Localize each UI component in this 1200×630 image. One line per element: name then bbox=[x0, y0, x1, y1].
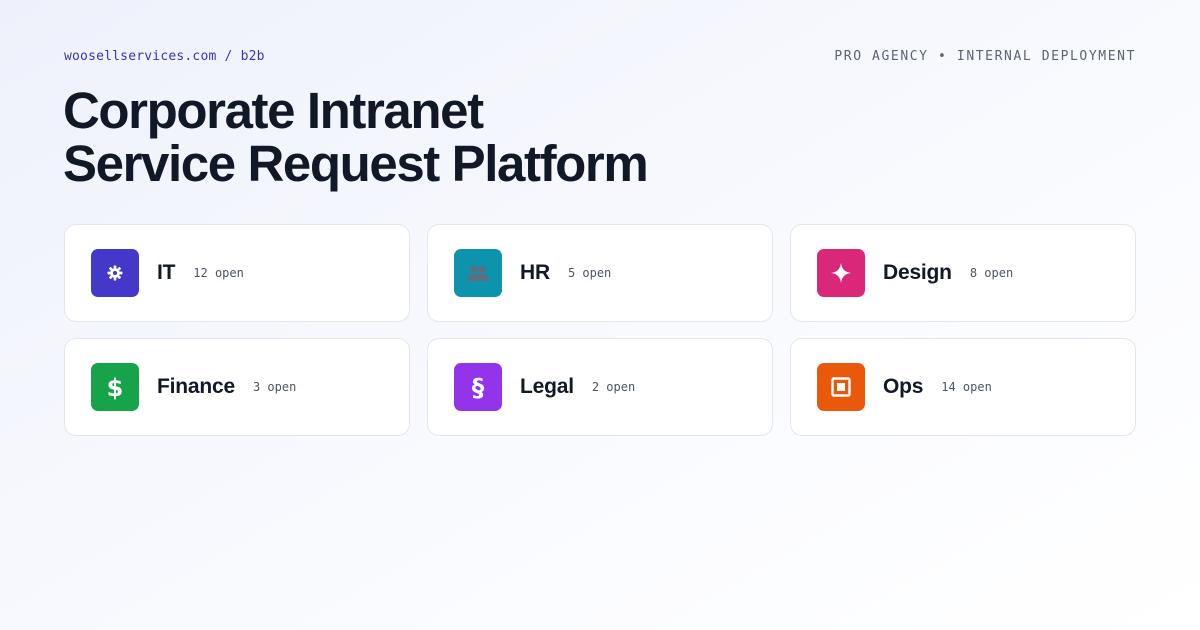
sparkle-icon bbox=[830, 262, 852, 284]
top-bar: woosellservices.com / b2b PRO AGENCY • I… bbox=[64, 46, 1136, 66]
department-name: Legal bbox=[520, 375, 574, 398]
department-name: Design bbox=[883, 261, 952, 284]
section-icon: § bbox=[472, 373, 485, 401]
open-count: 14 open bbox=[941, 380, 992, 394]
page-title: Corporate Intranet Service Request Platf… bbox=[63, 84, 963, 190]
department-card-design[interactable]: Design 8 open bbox=[790, 224, 1136, 322]
open-count: 5 open bbox=[567, 266, 612, 280]
open-count: 2 open bbox=[591, 380, 636, 394]
open-count: 12 open bbox=[193, 266, 244, 280]
open-count: 8 open bbox=[969, 266, 1014, 280]
department-badge-finance: $ bbox=[91, 363, 139, 411]
department-name: HR bbox=[520, 261, 550, 284]
department-badge-hr bbox=[454, 249, 502, 297]
department-name: IT bbox=[157, 261, 176, 284]
department-card-legal[interactable]: § Legal 2 open bbox=[427, 338, 773, 436]
department-card-ops[interactable]: Ops 14 open bbox=[790, 338, 1136, 436]
page-title-line-1: Corporate Intranet bbox=[63, 82, 484, 139]
box-icon bbox=[831, 377, 851, 397]
department-card-it[interactable]: IT 12 open bbox=[64, 224, 410, 322]
department-name: Finance bbox=[157, 375, 235, 398]
open-count: 3 open bbox=[252, 380, 297, 394]
department-name: Ops bbox=[883, 375, 924, 398]
deployment-context: PRO AGENCY • INTERNAL DEPLOYMENT bbox=[834, 48, 1136, 64]
people-icon bbox=[467, 265, 489, 281]
department-card-finance[interactable]: $ Finance 3 open bbox=[64, 338, 410, 436]
department-badge-it bbox=[91, 249, 139, 297]
department-card-hr[interactable]: HR 5 open bbox=[427, 224, 773, 322]
dollar-icon: $ bbox=[107, 374, 124, 400]
department-badge-ops bbox=[817, 363, 865, 411]
breadcrumb[interactable]: woosellservices.com / b2b bbox=[64, 49, 265, 64]
svg-text:$: $ bbox=[107, 374, 124, 400]
page-title-line-2: Service Request Platform bbox=[63, 135, 649, 192]
svg-text:§: § bbox=[472, 373, 485, 401]
gear-icon bbox=[107, 265, 123, 281]
department-grid: IT 12 open HR 5 open Design 8 open $ Fin… bbox=[64, 224, 1136, 436]
department-badge-design bbox=[817, 249, 865, 297]
department-badge-legal: § bbox=[454, 363, 502, 411]
